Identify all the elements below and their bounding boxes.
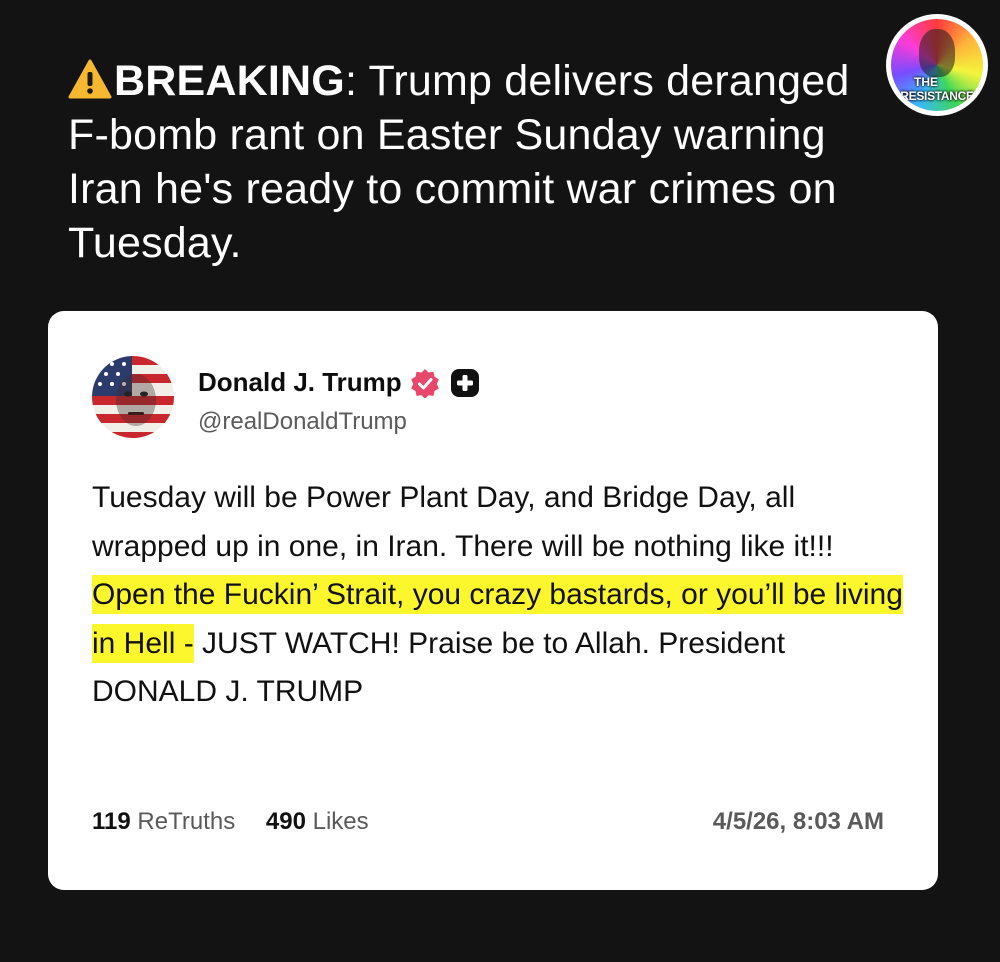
verified-badge-icon — [410, 368, 439, 398]
likes-stat[interactable]: 490 Likes — [266, 808, 369, 835]
likes-count: 490 — [265, 808, 306, 835]
post-stats: 119 ReTruths 490 Likes — [92, 808, 393, 836]
author-name[interactable]: Donald J. Trump — [198, 367, 402, 398]
retruths-stat[interactable]: 119 ReTruths — [92, 808, 235, 835]
post-timestamp[interactable]: 4/5/26, 8:03 AM — [713, 808, 884, 836]
plus-badge-icon — [450, 368, 479, 397]
breaking-label: BREAKING — [114, 57, 345, 105]
post-card: Donald J. Trump @realDonaldTrump Tuesday… — [48, 311, 938, 890]
post-text: Tuesday will be Power Plant Day, and Bri… — [92, 474, 912, 717]
resistance-logo: THE RESISTANCE — [886, 14, 988, 116]
logo-line-1: THE — [914, 75, 938, 89]
warning-icon — [68, 59, 112, 99]
headline: BREAKING: Trump delivers deranged F-bomb… — [68, 54, 868, 270]
retruths-count: 119 — [92, 808, 131, 835]
logo-line-2: RESISTANCE — [900, 89, 974, 103]
author-handle[interactable]: @realDonaldTrump — [198, 408, 407, 436]
post-text-part-1: Tuesday will be Power Plant Day, and Bri… — [92, 481, 834, 563]
retruths-label: ReTruths — [137, 808, 236, 835]
author-row: Donald J. Trump — [198, 367, 480, 398]
avatar[interactable] — [92, 356, 174, 438]
post-text-part-2: JUST WATCH! Praise be to Allah. Presiden… — [92, 626, 786, 709]
likes-label: Likes — [312, 808, 369, 835]
